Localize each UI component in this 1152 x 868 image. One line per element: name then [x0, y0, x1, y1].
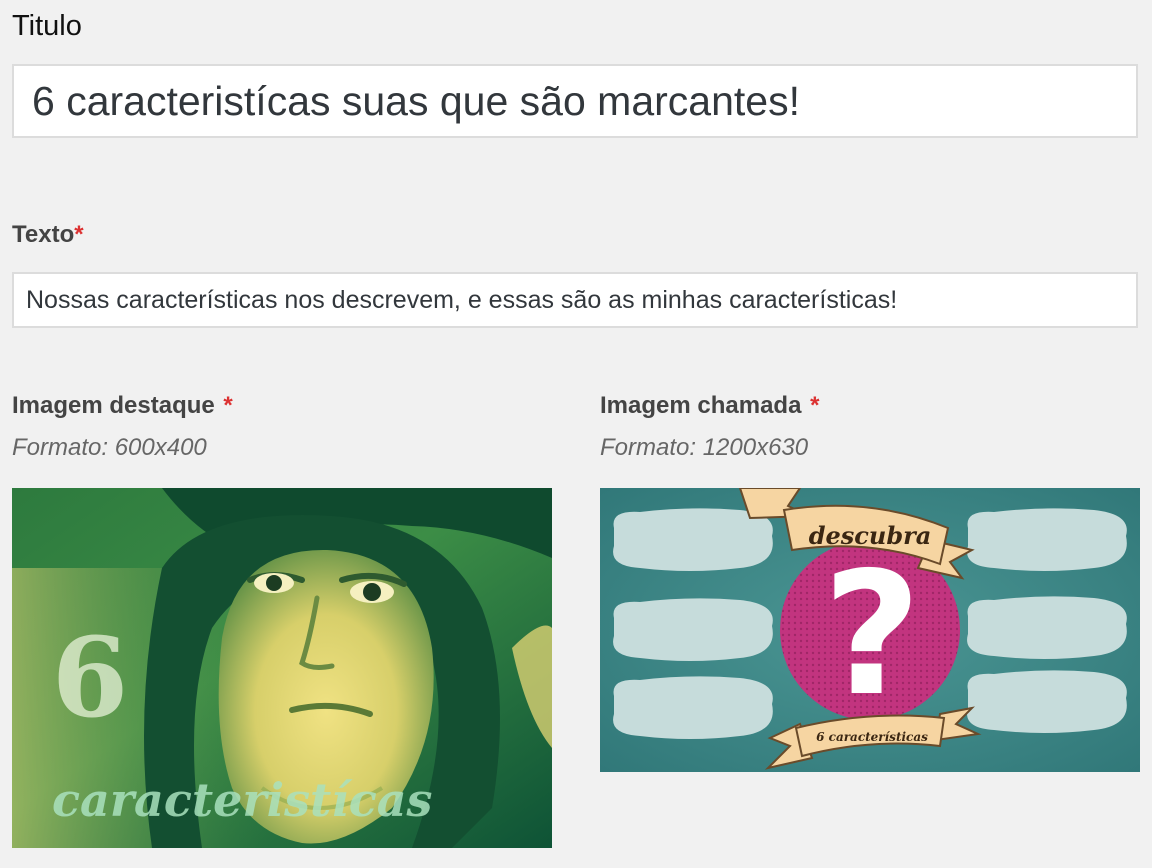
- form-page: Titulo 6 caracteristícas suas que são ma…: [0, 0, 1152, 868]
- destaque-overlay-text: caracteristícas: [52, 773, 432, 827]
- imagem-chamada-label-text: Imagem chamada: [600, 392, 802, 419]
- imagem-destaque-format: Formato: 600x400: [12, 434, 207, 461]
- chamada-banner-top: descubra: [809, 521, 932, 550]
- imagem-chamada-label: Imagem chamada *: [600, 392, 819, 420]
- chamada-question-mark: ?: [823, 536, 922, 734]
- required-asterisk: *: [810, 392, 820, 419]
- required-asterisk: *: [74, 221, 84, 248]
- texto-label: Texto*: [12, 221, 84, 249]
- required-asterisk: *: [223, 392, 233, 419]
- texto-label-text: Texto: [12, 221, 75, 248]
- texto-input[interactable]: Nossas características nos descrevem, e …: [12, 272, 1138, 328]
- titulo-label: Titulo: [12, 10, 82, 42]
- chamada-image: ? descubra 6 características: [600, 488, 1140, 772]
- imagem-chamada-format: Formato: 1200x630: [600, 434, 809, 461]
- destaque-overlay-number: 6: [52, 613, 129, 742]
- titulo-input[interactable]: 6 caracteristícas suas que são marcantes…: [12, 64, 1138, 138]
- destaque-image: 6 caracteristícas: [12, 488, 552, 848]
- chamada-banner-bottom: 6 características: [816, 730, 928, 744]
- imagem-destaque-label: Imagem destaque *: [12, 392, 233, 420]
- imagem-chamada-preview[interactable]: ? descubra 6 características: [600, 488, 1140, 772]
- imagem-destaque-preview[interactable]: 6 caracteristícas: [12, 488, 552, 848]
- imagem-destaque-label-text: Imagem destaque: [12, 392, 215, 419]
